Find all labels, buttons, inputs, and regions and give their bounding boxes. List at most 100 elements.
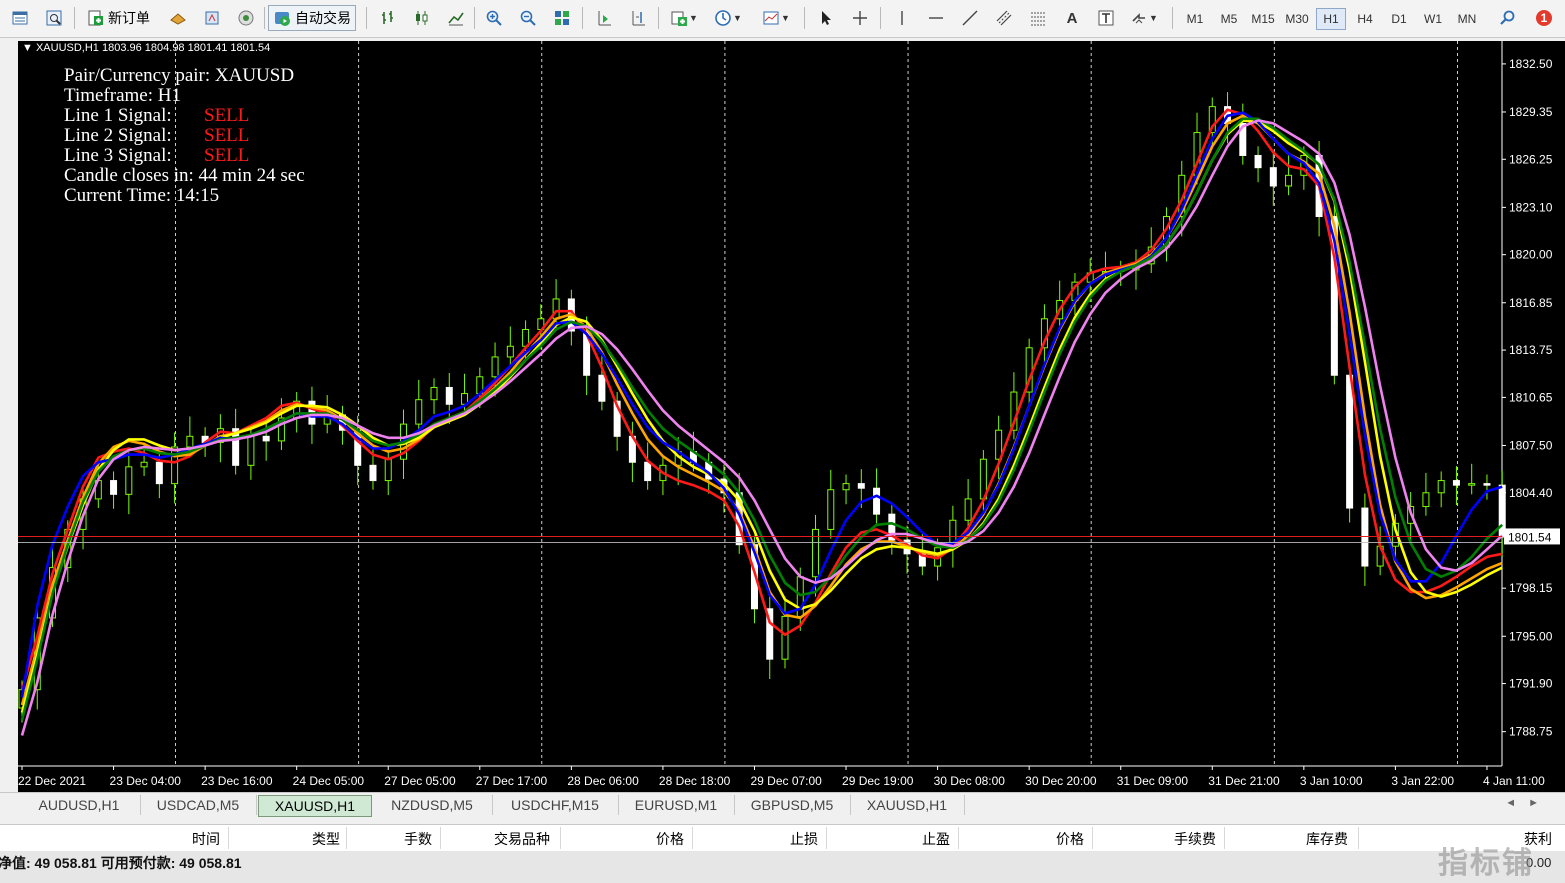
- search-icon[interactable]: [1494, 5, 1522, 31]
- chart-tabs: AUDUSD,H1 USDCAD,M5 XAUUSD,H1 NZDUSD,M5 …: [0, 792, 1565, 817]
- tab-gbpusd-m5[interactable]: GBPUSD,M5: [734, 795, 851, 815]
- candle: [857, 483, 865, 489]
- tab-nzdusd-m5[interactable]: NZDUSD,M5: [372, 795, 493, 815]
- history-icon[interactable]: [198, 5, 226, 31]
- pair-label: Pair/Currency pair: XAUUSD: [64, 65, 295, 86]
- equity-text: 净值: 49 058.81 可用预付款: 49 058.81: [0, 855, 242, 871]
- market-watch-icon[interactable]: [6, 5, 34, 31]
- candle: [1361, 507, 1369, 567]
- arrows-icon[interactable]: ▼: [1126, 5, 1162, 31]
- text-label-icon[interactable]: [1092, 5, 1120, 31]
- account-status-row: 净值: 49 058.81 可用预付款: 49 058.81: [0, 851, 1565, 883]
- expert-icon[interactable]: [164, 5, 192, 31]
- col-take-profit[interactable]: 止盈: [922, 829, 950, 849]
- crosshair-icon[interactable]: [846, 5, 874, 31]
- line1-label: Line 1 Signal:: [64, 105, 172, 126]
- equidistant-channel-icon[interactable]: [990, 5, 1018, 31]
- periods-icon[interactable]: ▼: [710, 5, 746, 31]
- autoscroll-icon[interactable]: [590, 5, 618, 31]
- candle: [781, 615, 789, 660]
- chart-shift-icon[interactable]: [624, 5, 652, 31]
- candle: [1254, 154, 1262, 169]
- col-time[interactable]: 时间: [192, 829, 220, 849]
- line-chart-icon[interactable]: [442, 5, 470, 31]
- timeframe-mn[interactable]: MN: [1452, 8, 1482, 30]
- candle: [1285, 174, 1293, 187]
- auto-trading-icon: [275, 12, 290, 26]
- current-time: Current Time: 14:15: [64, 185, 220, 206]
- tab-xauusd-h1-2[interactable]: XAUUSD,H1: [850, 795, 965, 815]
- col-swap[interactable]: 库存费: [1306, 829, 1348, 849]
- col-current-price[interactable]: 价格: [1056, 829, 1084, 849]
- trend-line-icon[interactable]: [956, 5, 984, 31]
- timeframe-w1[interactable]: W1: [1418, 8, 1448, 30]
- timeframe-m5[interactable]: M5: [1214, 8, 1244, 30]
- notification-icon[interactable]: 1: [1530, 5, 1558, 31]
- timeframe-m1[interactable]: M1: [1180, 8, 1210, 30]
- timeframe-h4[interactable]: H4: [1350, 8, 1380, 30]
- col-symbol[interactable]: 交易品种: [494, 829, 550, 849]
- col-price[interactable]: 价格: [656, 829, 684, 849]
- y-tick-label: 1795.00: [1509, 629, 1553, 643]
- bar-chart-icon[interactable]: [374, 5, 402, 31]
- candle: [506, 345, 514, 358]
- x-tick-label: 22 Dec 2021: [18, 774, 86, 788]
- tab-xauusd-h1[interactable]: XAUUSD,H1: [258, 795, 372, 817]
- tab-scroll-arrows[interactable]: ◄►: [1505, 797, 1551, 809]
- tab-audusd-h1[interactable]: AUDUSD,H1: [18, 795, 141, 815]
- tab-usdchf-m15[interactable]: USDCHF,M15: [492, 795, 619, 815]
- timeframe-label: Timeframe: H1: [64, 85, 181, 106]
- y-tick-label: 1788.75: [1509, 725, 1553, 739]
- tile-icon[interactable]: [548, 5, 576, 31]
- auto-trading-button[interactable]: 自动交易: [268, 5, 356, 31]
- col-volume[interactable]: 手数: [404, 829, 432, 849]
- zoom-in-icon[interactable]: [480, 5, 508, 31]
- current-price-label: 1801.54: [1508, 530, 1552, 544]
- tab-eurusd-m1[interactable]: EURUSD,M1: [618, 795, 735, 815]
- candle: [430, 386, 438, 401]
- x-tick-label: 23 Dec 04:00: [110, 774, 182, 788]
- auto-trading-label: 自动交易: [295, 10, 351, 26]
- timeframe-m30[interactable]: M30: [1282, 8, 1312, 30]
- candle: [110, 480, 118, 495]
- indicator-panel: Pair/Currency pair: XAUUSD Timeframe: H1…: [64, 66, 305, 206]
- templates-icon[interactable]: ▼: [756, 5, 796, 31]
- navigator-icon[interactable]: [40, 5, 68, 31]
- tab-usdcad-m5[interactable]: USDCAD,M5: [140, 795, 257, 815]
- timeframe-m15[interactable]: M15: [1248, 8, 1278, 30]
- horizontal-line-icon[interactable]: [922, 5, 950, 31]
- signal-icon[interactable]: [232, 5, 260, 31]
- fibonacci-icon[interactable]: [1024, 5, 1052, 31]
- timeframe-d1[interactable]: D1: [1384, 8, 1414, 30]
- y-tick-label: 1820.00: [1509, 248, 1553, 262]
- zoom-out-icon[interactable]: [514, 5, 542, 31]
- cursor-icon[interactable]: [812, 5, 840, 31]
- candle: [1468, 483, 1476, 486]
- col-type[interactable]: 类型: [312, 829, 340, 849]
- candle: [644, 461, 652, 482]
- x-tick-label: 31 Dec 09:00: [1117, 774, 1189, 788]
- candle: [384, 458, 392, 482]
- x-tick-label: 29 Dec 19:00: [842, 774, 914, 788]
- indicators-icon[interactable]: ▼: [666, 5, 702, 31]
- y-tick-label: 1807.50: [1509, 438, 1553, 452]
- col-commission[interactable]: 手续费: [1174, 829, 1216, 849]
- new-order-button[interactable]: 新订单: [82, 5, 154, 31]
- y-tick-label: 1804.40: [1509, 486, 1553, 500]
- x-tick-label: 30 Dec 20:00: [1025, 774, 1097, 788]
- x-tick-label: 4 Jan 11:00: [1483, 774, 1545, 788]
- candle: [1269, 167, 1277, 187]
- trade-table-header: 时间 类型 手数 交易品种 价格 止损 止盈 价格 手续费 库存费 获利: [0, 824, 1565, 852]
- col-stop-loss[interactable]: 止损: [790, 829, 818, 849]
- line2-signal: SELL: [204, 125, 250, 146]
- chart-window[interactable]: 1832.50 1829.35 1826.25 1823.10 1820.00 1816.…: [0, 38, 1565, 792]
- text-icon[interactable]: A: [1058, 5, 1086, 31]
- candle: [827, 489, 835, 530]
- candle: [1452, 480, 1460, 486]
- vertical-line-icon[interactable]: [888, 5, 916, 31]
- timeframe-h1[interactable]: H1: [1316, 8, 1346, 30]
- candle: [125, 466, 133, 495]
- chart-title-text: XAUUSD,H1 1803.96 1804.98 1801.41 1801.5…: [35, 42, 271, 54]
- chart-menu-icon[interactable]: ▼: [22, 42, 36, 54]
- candle-chart-icon[interactable]: [408, 5, 436, 31]
